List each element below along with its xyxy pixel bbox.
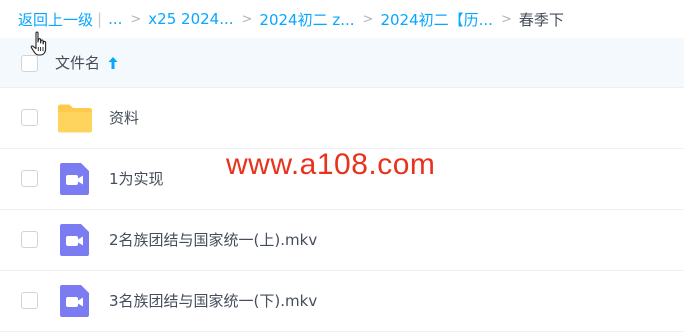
hand-cursor-icon	[30, 31, 47, 56]
file-name[interactable]: 3名族团结与国家统一(下).mkv	[109, 290, 317, 311]
video-icon	[60, 285, 89, 317]
sort-ascending-icon	[108, 56, 118, 69]
chevron-right-icon: >	[362, 11, 374, 27]
row-checkbox[interactable]	[21, 170, 38, 187]
file-name[interactable]: 2名族团结与国家统一(上).mkv	[109, 229, 317, 250]
row-checkbox[interactable]	[21, 231, 38, 248]
chevron-right-icon: >	[241, 11, 253, 27]
back-link[interactable]: 返回上一级	[18, 9, 93, 30]
watermark-text: www.a108.com	[226, 148, 436, 181]
name-column-header[interactable]: 文件名	[55, 52, 119, 73]
chevron-right-icon: >	[130, 11, 142, 27]
table-row[interactable]: 3名族团结与国家统一(下).mkv	[0, 271, 684, 332]
breadcrumb-current: 春季下	[518, 10, 564, 29]
video-icon	[60, 163, 89, 195]
table-header: 文件名	[0, 38, 684, 88]
breadcrumb-item-ellipsis[interactable]: ...	[108, 10, 122, 28]
row-checkbox[interactable]	[21, 292, 38, 309]
breadcrumb-item-grade[interactable]: 2024初二 z...	[259, 9, 354, 30]
file-name[interactable]: 资料	[109, 107, 139, 128]
file-name[interactable]: 1为实现	[109, 168, 164, 189]
chevron-right-icon: >	[500, 11, 512, 27]
folder-icon	[58, 104, 92, 133]
name-column-label: 文件名	[55, 54, 101, 72]
video-icon	[60, 224, 89, 256]
row-checkbox[interactable]	[21, 109, 38, 126]
breadcrumb-divider: |	[97, 10, 103, 28]
breadcrumb: 返回上一级 | ... > x25 2024... > 2024初二 z... …	[0, 0, 684, 38]
table-row[interactable]: 资料	[0, 88, 684, 149]
breadcrumb-item-history[interactable]: 2024初二【历...	[380, 9, 492, 30]
table-row[interactable]: 2名族团结与国家统一(上).mkv	[0, 210, 684, 271]
breadcrumb-item-x25[interactable]: x25 2024...	[148, 10, 233, 28]
select-all-checkbox[interactable]	[21, 55, 38, 72]
